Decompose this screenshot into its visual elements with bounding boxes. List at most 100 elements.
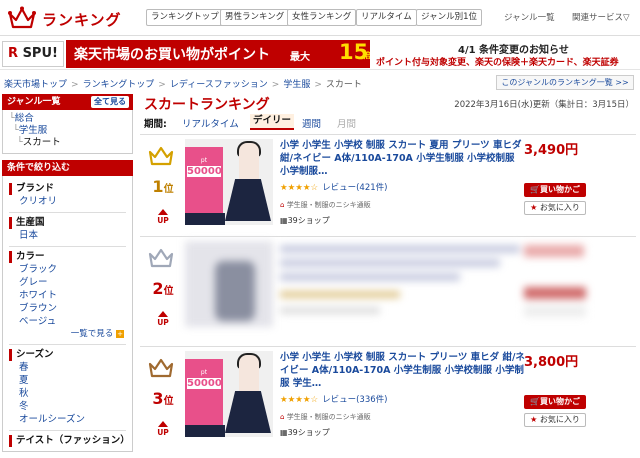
shop-count-link[interactable]: ▦39ショップ	[280, 427, 330, 438]
genre-list-header-label: ジャンル一覧	[7, 97, 61, 107]
filter-brand-item[interactable]: クリオリ	[9, 195, 126, 208]
tab-ranking-top[interactable]: ランキングトップ	[146, 9, 224, 26]
breadcrumb-school-uniform[interactable]: 学生服	[283, 80, 310, 90]
genre-ranking-list-link[interactable]: このジャンルのランキング一覧 >>	[496, 75, 634, 90]
rank-suffix: 位	[163, 396, 174, 407]
filter-color-more-link[interactable]: 一覧で見る +	[9, 328, 126, 340]
tab-genre-first[interactable]: ジャンル別1位	[416, 9, 482, 26]
rank-number: 3位	[146, 389, 180, 408]
tab-realtime[interactable]: リアルタイム	[356, 9, 417, 26]
genre-list-menu[interactable]: ジャンル一覧	[504, 11, 555, 23]
product-price: 3,800円	[524, 355, 579, 370]
cart-icon: 🛒	[530, 185, 540, 194]
rank-suffix: 位	[163, 286, 174, 297]
filter-season-all[interactable]: オールシーズン	[9, 413, 126, 426]
silver-crown-icon	[148, 248, 174, 268]
shop-icon: ▦	[280, 216, 288, 225]
main-content: スカートランキング 2022年3月16日(水)更新（集計日：3月15日） 期間:…	[140, 94, 636, 458]
shop-info: ⌂ 学生服・制服のニシキ通販	[280, 200, 371, 210]
related-services-menu[interactable]: 関連サービス▽	[572, 11, 630, 23]
shop-name-link[interactable]: 学生服・制服のニシキ通販	[287, 413, 371, 421]
point-badge-value: 50000	[187, 378, 222, 389]
filter-brand-title: ブランド	[9, 183, 126, 195]
tab-women-ranking[interactable]: 女性ランキング	[287, 9, 357, 26]
breadcrumb: 楽天市場トップ > ランキングトップ > レディースファッション > 学生服 > スカート	[4, 80, 362, 90]
filter-color-black[interactable]: ブラック	[9, 263, 126, 276]
add-to-cart-button[interactable]: 🛒買い物かご	[524, 395, 586, 409]
filter-season-summer[interactable]: 夏	[9, 374, 126, 387]
sidebar: ジャンル一覧 全て見る └総合 └学生服 └スカート 条件で絞り込む ブランド …	[2, 94, 133, 458]
site-logo-text[interactable]: ランキング	[42, 9, 122, 30]
campaign-times-suffix: 倍	[363, 51, 370, 60]
genre-item-all-label[interactable]: 総合	[15, 113, 34, 124]
rank-up-label: UP	[157, 318, 169, 327]
shop-count-label: 39ショップ	[287, 428, 330, 437]
tab-men-ranking[interactable]: 男性ランキング	[220, 9, 290, 26]
genre-item-all[interactable]: └総合	[9, 113, 126, 125]
period-tab-weekly[interactable]: 週間	[302, 116, 321, 130]
filter-country-title: 生産国	[9, 217, 126, 229]
point-badge: pt 50000	[185, 359, 223, 425]
notice-banner[interactable]: 4/1 条件変更のお知らせ ポイント付与対象変更、楽天の保険＋楽天カード、楽天証…	[370, 40, 640, 68]
product-image[interactable]: pt 50000	[185, 351, 273, 437]
filter-season-spring[interactable]: 春	[9, 361, 126, 374]
rank-number-value: 3	[152, 389, 164, 408]
genre-list: └総合 └学生服 └スカート	[2, 110, 133, 154]
promo-banner[interactable]: R SPU! 楽天市場のお買い物がポイント 最大 15 倍 4/1 条件変更のお…	[0, 38, 640, 70]
favorite-button[interactable]: ★ お気に入り	[524, 413, 586, 427]
shop-home-icon: ⌂	[280, 413, 285, 421]
genre-list-header: ジャンル一覧 全て見る	[2, 94, 133, 110]
breadcrumb-skirt: スカート	[325, 80, 362, 90]
spu-logo[interactable]: R SPU!	[2, 41, 64, 67]
review-link[interactable]: レビュー(421件)	[322, 183, 387, 193]
filter-season-winter[interactable]: 冬	[9, 400, 126, 413]
filter-country-item[interactable]: 日本	[9, 229, 126, 242]
period-tab-monthly: 月間	[337, 119, 357, 130]
product-image[interactable]: pt 50000	[185, 139, 273, 225]
ranking-item-1: 1位 UP pt 50000 小学 小学生 小学校 制服 スカート 夏用 プリーツ…	[140, 134, 636, 236]
genre-item-skirt-label: スカート	[22, 137, 61, 148]
filter-color-more-label: 一覧で見る	[70, 329, 114, 339]
ranking-item-2: 2位 UP	[140, 236, 636, 338]
rank-up-label: UP	[157, 428, 169, 437]
spu-label: SPU!	[18, 46, 58, 61]
favorite-button[interactable]: ★ お気に入り	[524, 201, 586, 215]
rank-number-value: 1	[152, 177, 164, 196]
breadcrumb-rakuten-top[interactable]: 楽天市場トップ	[4, 80, 67, 90]
rank-number: 2位	[146, 279, 180, 298]
review-stars: ★★★★☆ レビュー(336件)	[280, 393, 387, 405]
ranking-item-3: 3位 UP pt 50000 小学 小学生 小学校 制服 スカート プリーツ 車ヒ…	[140, 346, 636, 448]
breadcrumb-ladies-fashion[interactable]: レディースファッション	[170, 80, 268, 90]
filter-color-title: カラー	[9, 251, 126, 263]
view-all-genres-button[interactable]: 全て見る	[91, 96, 129, 108]
plus-icon: +	[116, 330, 124, 338]
genre-item-uniform-label[interactable]: 学生服	[19, 125, 48, 136]
product-title-link[interactable]: 小学 小学生 小学校 制服 スカート 夏用 プリーツ 車ヒダ 紺/ネイビー A体…	[280, 139, 526, 179]
shop-name-link[interactable]: 学生服・制服のニシキ通販	[287, 201, 371, 209]
breadcrumb-ranking-top[interactable]: ランキングトップ	[83, 80, 155, 90]
period-tab-realtime[interactable]: リアルタイム	[182, 116, 239, 130]
period-tab-daily[interactable]: デイリー	[250, 114, 295, 130]
point-badge-value: 50000	[187, 166, 222, 177]
star-icon: ★	[530, 415, 538, 424]
filter-color-brown[interactable]: ブラウン	[9, 302, 126, 315]
favorite-label: お気に入り	[539, 415, 580, 424]
spu-r-letter: R	[8, 46, 19, 61]
page-title: スカートランキング	[144, 97, 270, 113]
filter-color-white[interactable]: ホワイト	[9, 289, 126, 302]
product-title-link[interactable]: 小学 小学生 小学校 制服 スカート プリーツ 車ヒダ 紺/ネイビー A体/11…	[280, 351, 526, 391]
filter-season-autumn[interactable]: 秋	[9, 387, 126, 400]
review-link[interactable]: レビュー(336件)	[322, 395, 387, 405]
spu-campaign-banner[interactable]: 楽天市場のお買い物がポイント 最大 15 倍	[66, 40, 370, 68]
add-to-cart-button[interactable]: 🛒買い物かご	[524, 183, 586, 197]
shop-count-label: 39ショップ	[287, 216, 330, 225]
shop-count-link[interactable]: ▦39ショップ	[280, 215, 330, 226]
crown-logo-icon[interactable]	[8, 6, 36, 30]
product-image-blurred[interactable]	[185, 241, 273, 327]
filter-header-label: 条件で絞り込む	[7, 163, 71, 173]
filter-color-gray[interactable]: グレー	[9, 276, 126, 289]
filter-color-beige[interactable]: ベージュ	[9, 315, 126, 328]
add-to-cart-label: 買い物かご	[539, 185, 580, 194]
notice-title: 4/1 条件変更のお知らせ	[458, 45, 569, 56]
genre-item-uniform[interactable]: └学生服	[9, 125, 126, 137]
